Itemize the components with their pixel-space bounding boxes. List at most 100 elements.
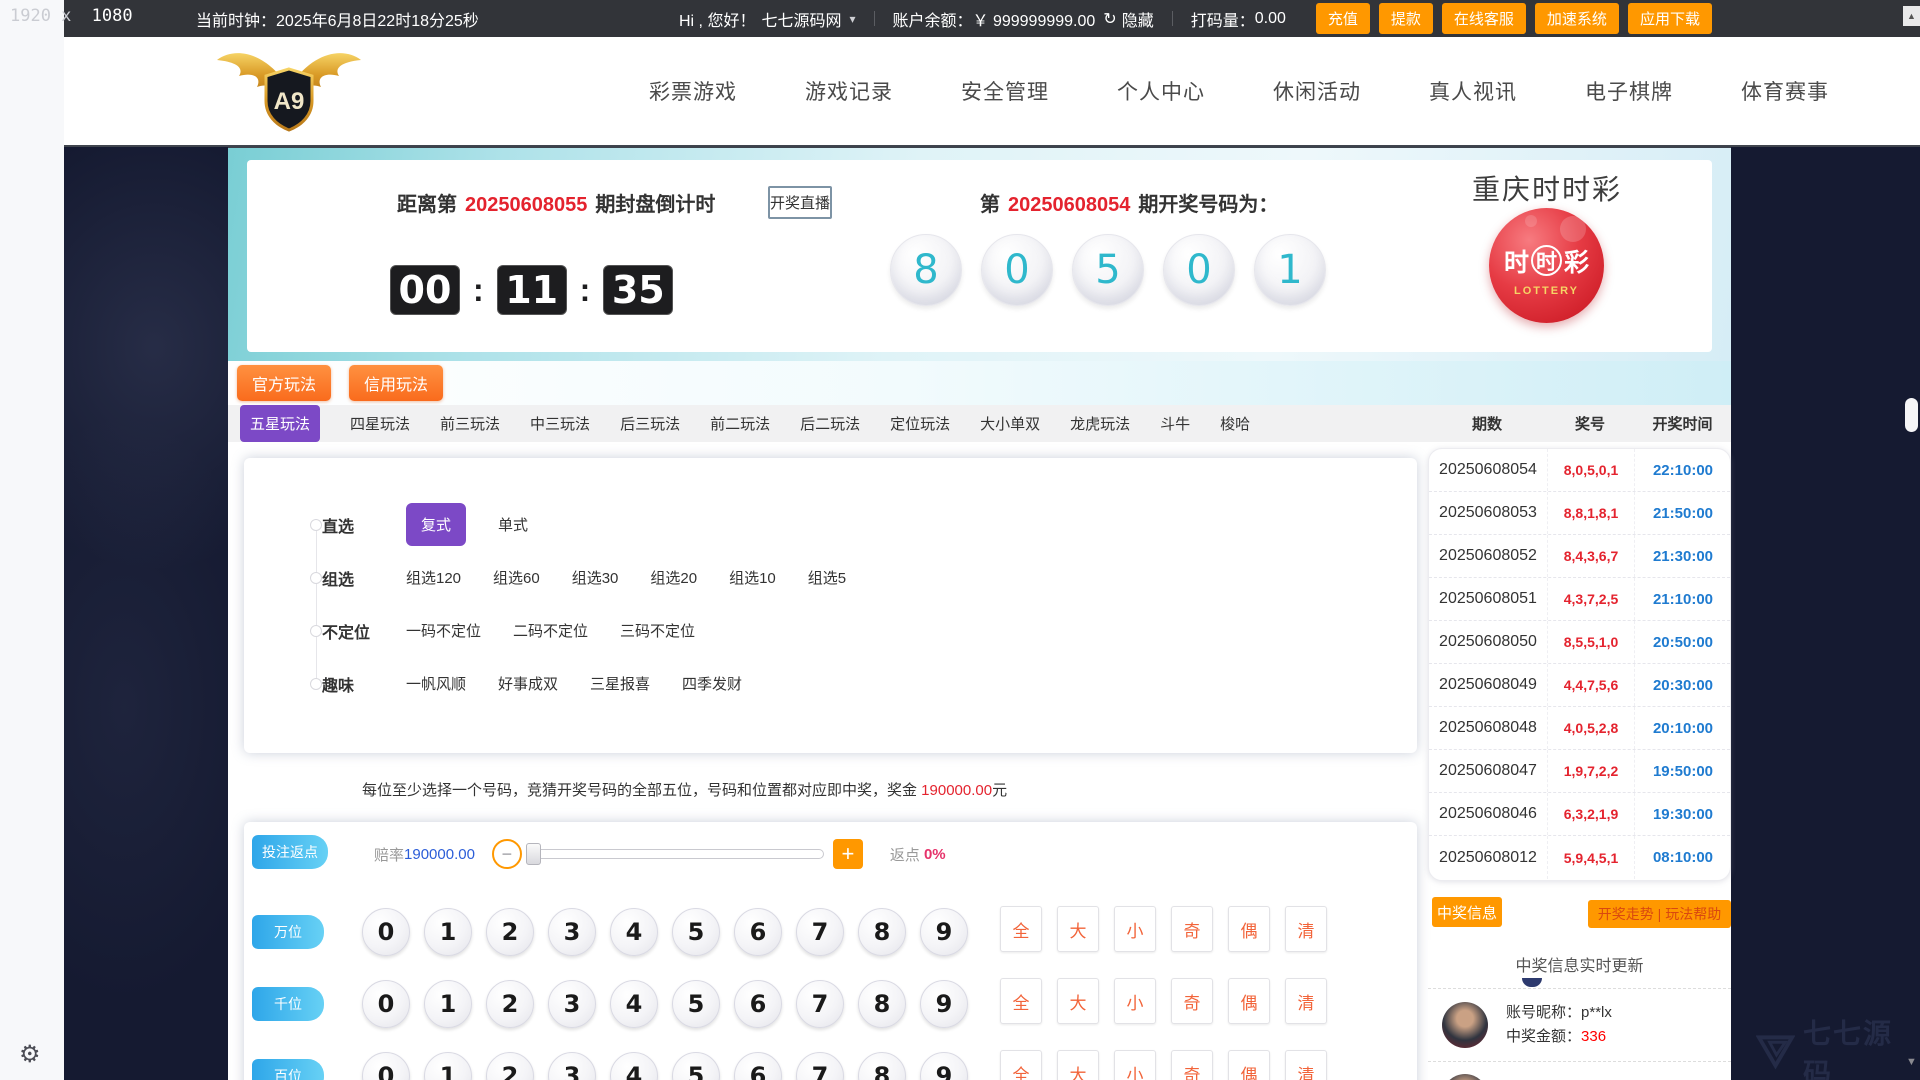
nav-item-安全管理[interactable]: 安全管理 (961, 76, 1049, 106)
number-ball-4[interactable]: 4 (610, 1052, 658, 1080)
nav-item-彩票游戏[interactable]: 彩票游戏 (649, 76, 737, 106)
quick-全[interactable]: 全 (1000, 906, 1042, 952)
play-option-一帆风顺[interactable]: 一帆风顺 (406, 673, 466, 694)
topbar-button-在线客服[interactable]: 在线客服 (1442, 3, 1526, 34)
quick-清[interactable]: 清 (1285, 978, 1327, 1024)
refresh-icon[interactable]: ↻ (1103, 9, 1116, 29)
number-ball-0[interactable]: 0 (362, 1052, 410, 1080)
number-ball-8[interactable]: 8 (858, 908, 906, 956)
mode-tab-官方玩法[interactable]: 官方玩法 (237, 365, 331, 401)
play-tab-后二玩法[interactable]: 后二玩法 (800, 413, 860, 434)
play-option-二码不定位[interactable]: 二码不定位 (513, 620, 588, 641)
play-tab-前二玩法[interactable]: 前二玩法 (710, 413, 770, 434)
number-ball-2[interactable]: 2 (486, 1052, 534, 1080)
number-ball-3[interactable]: 3 (548, 980, 596, 1028)
scrollbar-thumb[interactable] (1905, 398, 1918, 432)
number-ball-0[interactable]: 0 (362, 980, 410, 1028)
number-ball-8[interactable]: 8 (858, 1052, 906, 1080)
play-tab-大小单双[interactable]: 大小单双 (980, 413, 1040, 434)
nav-item-体育赛事[interactable]: 体育赛事 (1741, 76, 1829, 106)
scroll-up-icon[interactable]: ▲ (1903, 6, 1920, 26)
number-ball-9[interactable]: 9 (920, 1052, 968, 1080)
play-option-组选60[interactable]: 组选60 (493, 567, 540, 588)
trend-help-links[interactable]: 开奖走势 | 玩法帮助 (1588, 900, 1731, 928)
topbar-button-加速系统[interactable]: 加速系统 (1535, 3, 1619, 34)
play-option-组选30[interactable]: 组选30 (572, 567, 619, 588)
quick-小[interactable]: 小 (1114, 1050, 1156, 1080)
site-logo[interactable]: A9 (209, 43, 369, 139)
play-tab-龙虎玩法[interactable]: 龙虎玩法 (1070, 413, 1130, 434)
number-ball-4[interactable]: 4 (610, 980, 658, 1028)
play-tab-前三玩法[interactable]: 前三玩法 (440, 413, 500, 434)
rebate-slider[interactable] (526, 849, 824, 859)
number-ball-7[interactable]: 7 (796, 1052, 844, 1080)
gear-icon[interactable]: ⚙ (19, 1040, 41, 1069)
number-ball-7[interactable]: 7 (796, 980, 844, 1028)
radio-dot[interactable] (310, 625, 322, 637)
number-ball-4[interactable]: 4 (610, 908, 658, 956)
number-ball-2[interactable]: 2 (486, 908, 534, 956)
quick-偶[interactable]: 偶 (1228, 1050, 1270, 1080)
play-tab-梭哈[interactable]: 梭哈 (1220, 413, 1250, 434)
topbar-button-充值[interactable]: 充值 (1316, 3, 1370, 34)
rebate-minus-button[interactable]: − (492, 839, 522, 869)
number-ball-5[interactable]: 5 (672, 980, 720, 1028)
number-ball-5[interactable]: 5 (672, 908, 720, 956)
quick-大[interactable]: 大 (1057, 1050, 1099, 1080)
play-tab-后三玩法[interactable]: 后三玩法 (620, 413, 680, 434)
play-option-组选10[interactable]: 组选10 (729, 567, 776, 588)
rebate-plus-button[interactable]: + (833, 839, 863, 869)
play-option-组选20[interactable]: 组选20 (650, 567, 697, 588)
number-ball-1[interactable]: 1 (424, 980, 472, 1028)
nav-item-真人视讯[interactable]: 真人视讯 (1429, 76, 1517, 106)
quick-奇[interactable]: 奇 (1171, 978, 1213, 1024)
number-ball-5[interactable]: 5 (672, 1052, 720, 1080)
play-option-组选120[interactable]: 组选120 (406, 567, 461, 588)
hide-balance-button[interactable]: 隐藏 (1122, 7, 1154, 31)
nav-item-游戏记录[interactable]: 游戏记录 (805, 76, 893, 106)
mode-tab-信用玩法[interactable]: 信用玩法 (349, 365, 443, 401)
play-option-三码不定位[interactable]: 三码不定位 (620, 620, 695, 641)
quick-大[interactable]: 大 (1057, 978, 1099, 1024)
quick-小[interactable]: 小 (1114, 978, 1156, 1024)
number-ball-1[interactable]: 1 (424, 908, 472, 956)
number-ball-6[interactable]: 6 (734, 980, 782, 1028)
number-ball-3[interactable]: 3 (548, 908, 596, 956)
play-option-三星报喜[interactable]: 三星报喜 (590, 673, 650, 694)
play-tab-斗牛[interactable]: 斗牛 (1160, 413, 1190, 434)
win-info-button[interactable]: 中奖信息 (1432, 897, 1502, 927)
quick-清[interactable]: 清 (1285, 1050, 1327, 1080)
radio-dot[interactable] (310, 572, 322, 584)
play-option-好事成双[interactable]: 好事成双 (498, 673, 558, 694)
nav-item-个人中心[interactable]: 个人中心 (1117, 76, 1205, 106)
number-ball-7[interactable]: 7 (796, 908, 844, 956)
nav-item-电子棋牌[interactable]: 电子棋牌 (1585, 76, 1673, 106)
quick-奇[interactable]: 奇 (1171, 1050, 1213, 1080)
quick-偶[interactable]: 偶 (1228, 978, 1270, 1024)
quick-偶[interactable]: 偶 (1228, 906, 1270, 952)
quick-全[interactable]: 全 (1000, 978, 1042, 1024)
number-ball-6[interactable]: 6 (734, 908, 782, 956)
number-ball-9[interactable]: 9 (920, 980, 968, 1028)
radio-dot[interactable] (310, 519, 322, 531)
topbar-button-应用下载[interactable]: 应用下载 (1628, 3, 1712, 34)
quick-全[interactable]: 全 (1000, 1050, 1042, 1080)
user-menu[interactable]: Hi , 您好！ 七七源码网 ▾ (679, 7, 856, 31)
play-tab-中三玩法[interactable]: 中三玩法 (530, 413, 590, 434)
quick-大[interactable]: 大 (1057, 906, 1099, 952)
rebate-slider-handle[interactable] (526, 843, 541, 865)
topbar-button-提款[interactable]: 提款 (1379, 3, 1433, 34)
number-ball-0[interactable]: 0 (362, 908, 410, 956)
play-option-复式[interactable]: 复式 (406, 503, 466, 546)
scroll-down-icon[interactable]: ▼ (1903, 1052, 1920, 1072)
number-ball-8[interactable]: 8 (858, 980, 906, 1028)
number-ball-6[interactable]: 6 (734, 1052, 782, 1080)
scrollbar[interactable]: ▲ ▼ (1903, 0, 1920, 1080)
quick-清[interactable]: 清 (1285, 906, 1327, 952)
nav-item-休闲活动[interactable]: 休闲活动 (1273, 76, 1361, 106)
number-ball-2[interactable]: 2 (486, 980, 534, 1028)
number-ball-9[interactable]: 9 (920, 908, 968, 956)
number-ball-3[interactable]: 3 (548, 1052, 596, 1080)
play-option-四季发财[interactable]: 四季发财 (682, 673, 742, 694)
play-option-一码不定位[interactable]: 一码不定位 (406, 620, 481, 641)
